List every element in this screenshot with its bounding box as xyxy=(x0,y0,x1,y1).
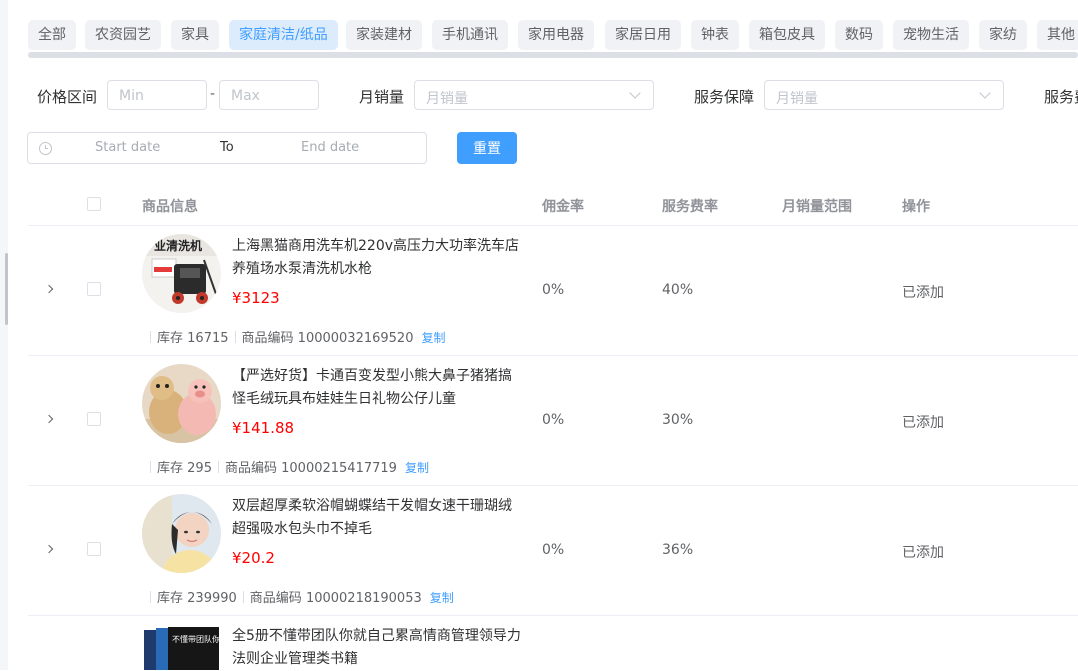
monthly-sales-label: 月销量 xyxy=(359,88,405,106)
reset-button[interactable]: 重置 xyxy=(457,132,517,164)
row-divider xyxy=(28,615,1078,616)
copy-link[interactable]: 复制 xyxy=(430,591,454,605)
price-min-input[interactable]: Min xyxy=(107,80,207,110)
tab-appliances[interactable]: 家用电器 xyxy=(518,20,594,50)
tab-furniture[interactable]: 家具 xyxy=(171,20,219,50)
product-thumbnail: 业清洗机 xyxy=(142,234,221,313)
stock-value: 16715 xyxy=(187,331,229,346)
row-divider xyxy=(28,355,1078,356)
price-max-placeholder: Max xyxy=(231,88,260,104)
code-label: 商品编码 xyxy=(224,461,277,476)
expand-row-icon[interactable] xyxy=(44,544,54,554)
category-tabs: 全部 农资园艺 家具 家庭清洁/纸品 家装建材 手机通讯 家用电器 家居日用 钟… xyxy=(28,20,1078,50)
tab-agriculture[interactable]: 农资园艺 xyxy=(85,20,161,50)
date-range-picker[interactable]: Start date To End date xyxy=(27,132,427,164)
commission-rate: 0% xyxy=(542,412,565,428)
price-min-placeholder: Min xyxy=(119,88,144,104)
stock-value: 239990 xyxy=(187,591,237,606)
header-commission: 佣金率 xyxy=(542,199,584,215)
product-price: ¥141.88 xyxy=(232,419,295,437)
copy-link[interactable]: 复制 xyxy=(421,331,445,345)
product-thumbnail xyxy=(142,364,221,443)
product-thumbnail: 不懂带团队你就自己累 xyxy=(142,624,221,670)
action-status: 已添加 xyxy=(902,285,944,301)
row-divider xyxy=(28,485,1078,486)
copy-link[interactable]: 复制 xyxy=(405,461,429,475)
header-service-rate: 服务费率 xyxy=(662,199,718,215)
product-name[interactable]: 上海黑猫商用洗车机220v高压力大功率洗车店养殖场水泵清洗机水枪 xyxy=(232,235,524,281)
code-label: 商品编码 xyxy=(249,591,302,606)
service-rate: 40% xyxy=(662,282,694,298)
row-checkbox[interactable] xyxy=(87,412,101,426)
tab-other[interactable]: 其他 xyxy=(1037,20,1078,50)
tab-digital[interactable]: 数码 xyxy=(835,20,883,50)
product-meta: 库存 295 商品编码 10000215417719 复制 xyxy=(144,457,429,476)
tab-bags[interactable]: 箱包皮具 xyxy=(749,20,825,50)
tab-household[interactable]: 家居日用 xyxy=(605,20,681,50)
thumbnail-caption: 业清洗机 xyxy=(154,238,202,253)
product-price: ¥20.2 xyxy=(232,549,275,567)
expand-row-icon[interactable] xyxy=(44,414,54,424)
tab-mobile[interactable]: 手机通讯 xyxy=(432,20,508,50)
tab-pets[interactable]: 宠物生活 xyxy=(893,20,969,50)
product-meta: 库存 16715 商品编码 10000032169520 复制 xyxy=(144,327,445,346)
service-guarantee-select[interactable]: 月销量 xyxy=(764,80,1004,110)
end-date-input[interactable]: End date xyxy=(301,140,359,155)
service-rate: 36% xyxy=(662,542,694,558)
row-checkbox[interactable] xyxy=(87,542,101,556)
date-range-separator: To xyxy=(220,140,234,155)
product-code: 10000215417719 xyxy=(281,461,397,476)
product-name[interactable]: 双层超厚柔软浴帽蝴蝶结干发帽女速干珊瑚绒超强吸水包头巾不掉毛 xyxy=(232,495,524,541)
price-range-label: 价格区间 xyxy=(37,88,98,106)
sidebar-scroll-handle[interactable] xyxy=(5,253,8,325)
product-price: ¥3123 xyxy=(232,289,280,307)
stock-label: 库存 xyxy=(157,591,184,606)
action-status: 已添加 xyxy=(902,545,944,561)
commission-rate: 0% xyxy=(542,542,565,558)
service-guarantee-label: 服务保障 xyxy=(694,88,755,106)
tab-building-materials[interactable]: 家装建材 xyxy=(346,20,422,50)
price-max-input[interactable]: Max xyxy=(219,80,319,110)
thumbnail-caption: 不懂带团队你就自己累 xyxy=(172,634,221,644)
left-sidebar-strip xyxy=(0,0,8,670)
service-fee-label: 服务费 xyxy=(1044,88,1078,106)
monthly-sales-placeholder: 月销量 xyxy=(426,91,468,107)
tab-all[interactable]: 全部 xyxy=(28,20,76,50)
start-date-input[interactable]: Start date xyxy=(95,140,160,155)
stock-label: 库存 xyxy=(157,461,184,476)
product-code: 10000032169520 xyxy=(297,331,414,346)
header-divider xyxy=(28,225,1078,226)
select-all-checkbox[interactable] xyxy=(87,197,101,211)
product-name[interactable]: 【严选好货】卡通百变发型小熊大鼻子猪猪搞怪毛绒玩具布娃娃生日礼物公仔儿童 xyxy=(232,365,524,411)
product-code: 10000218190053 xyxy=(305,591,422,606)
service-guarantee-placeholder: 月销量 xyxy=(776,91,818,107)
header-action: 操作 xyxy=(902,199,930,215)
tab-textiles[interactable]: 家纺 xyxy=(979,20,1027,50)
product-thumbnail xyxy=(142,494,221,573)
tab-home-cleaning[interactable]: 家庭清洁/纸品 xyxy=(229,20,338,50)
clock-icon xyxy=(39,142,52,155)
product-name[interactable]: 全5册不懂带团队你就自己累高情商管理领导力法则企业管理类书籍 xyxy=(232,625,524,671)
row-checkbox[interactable] xyxy=(87,282,101,296)
monthly-sales-select[interactable]: 月销量 xyxy=(414,80,654,110)
chevron-down-icon xyxy=(629,87,641,99)
stock-label: 库存 xyxy=(157,331,184,346)
chevron-down-icon xyxy=(979,87,991,99)
code-label: 商品编码 xyxy=(241,331,294,346)
header-product-info: 商品信息 xyxy=(142,199,198,215)
expand-row-icon[interactable] xyxy=(44,284,54,294)
product-meta: 库存 239990 商品编码 10000218190053 复制 xyxy=(144,587,454,606)
stock-value: 295 xyxy=(187,461,212,476)
header-sales-range: 月销量范围 xyxy=(782,199,852,215)
price-range-dash: - xyxy=(210,86,216,102)
tabs-scrollbar[interactable] xyxy=(28,52,1078,58)
commission-rate: 0% xyxy=(542,282,565,298)
service-rate: 30% xyxy=(662,412,694,428)
action-status: 已添加 xyxy=(902,415,944,431)
tab-watches[interactable]: 钟表 xyxy=(691,20,739,50)
